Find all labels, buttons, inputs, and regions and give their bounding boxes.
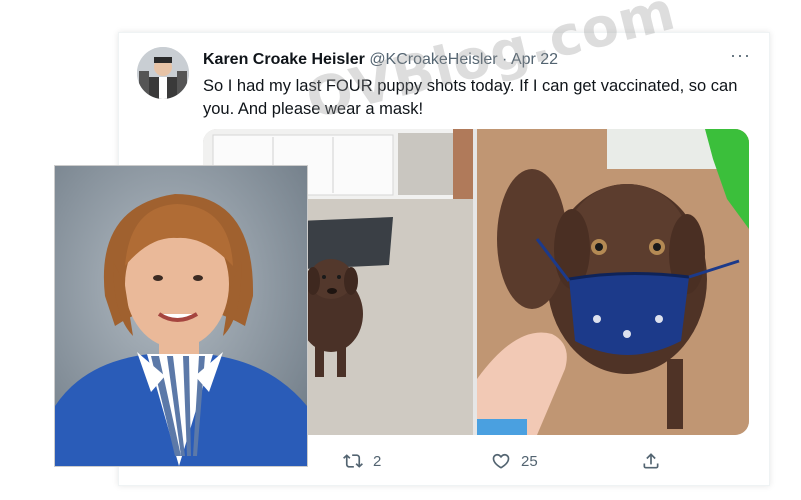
avatar[interactable] bbox=[137, 47, 189, 99]
portrait-photo bbox=[54, 165, 308, 467]
puppy-mask-image bbox=[477, 129, 749, 435]
more-icon[interactable]: ··· bbox=[730, 45, 751, 66]
media-photo-puppy-mask[interactable] bbox=[477, 129, 749, 435]
avatar-image bbox=[137, 47, 189, 99]
like-count: 25 bbox=[521, 452, 538, 470]
like-button[interactable]: 25 bbox=[491, 451, 538, 471]
retweet-icon bbox=[343, 454, 363, 468]
retweet-count: 2 bbox=[373, 452, 382, 470]
share-icon bbox=[643, 453, 659, 469]
retweet-button[interactable]: 2 bbox=[343, 451, 381, 471]
heart-icon bbox=[492, 453, 510, 469]
share-button[interactable] bbox=[641, 451, 661, 471]
portrait-image bbox=[55, 166, 307, 466]
